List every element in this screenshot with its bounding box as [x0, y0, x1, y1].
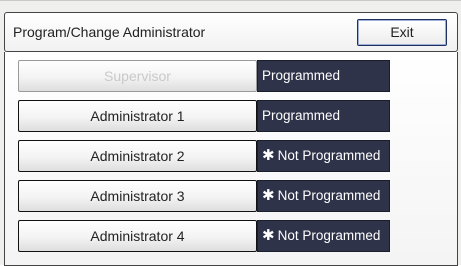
administrator-1-button[interactable]: Administrator 1	[18, 100, 257, 132]
exit-button[interactable]: Exit	[357, 19, 447, 46]
status-badge: Programmed	[257, 60, 390, 92]
status-label: Not Programmed	[277, 228, 381, 243]
administrator-row-supervisor: Supervisor Programmed	[18, 60, 390, 92]
administrator-row-3: Administrator 3 ✱ Not Programmed	[18, 180, 390, 212]
dialog-title: Program/Change Administrator	[13, 24, 206, 40]
dialog-header: Program/Change Administrator Exit	[4, 12, 458, 52]
status-badge: ✱ Not Programmed	[257, 140, 390, 172]
administrator-row-4: Administrator 4 ✱ Not Programmed	[18, 220, 390, 252]
administrator-2-button[interactable]: Administrator 2	[18, 140, 257, 172]
status-badge: ✱ Not Programmed	[257, 220, 390, 252]
administrator-row-2: Administrator 2 ✱ Not Programmed	[18, 140, 390, 172]
supervisor-button: Supervisor	[18, 60, 257, 92]
administrator-3-button[interactable]: Administrator 3	[18, 180, 257, 212]
asterisk-icon: ✱	[262, 227, 275, 244]
asterisk-icon: ✱	[262, 187, 275, 204]
asterisk-icon: ✱	[262, 147, 275, 164]
status-badge: Programmed	[257, 100, 390, 132]
status-label: Programmed	[262, 108, 341, 123]
dialog-frame: Program/Change Administrator Exit Superv…	[0, 0, 461, 266]
status-label: Not Programmed	[277, 148, 381, 163]
administrator-4-button[interactable]: Administrator 4	[18, 220, 257, 252]
status-label: Programmed	[262, 68, 341, 83]
administrator-row-1: Administrator 1 Programmed	[18, 100, 390, 132]
administrator-list: Supervisor Programmed Administrator 1 Pr…	[4, 52, 458, 266]
status-badge: ✱ Not Programmed	[257, 180, 390, 212]
status-label: Not Programmed	[277, 188, 381, 203]
